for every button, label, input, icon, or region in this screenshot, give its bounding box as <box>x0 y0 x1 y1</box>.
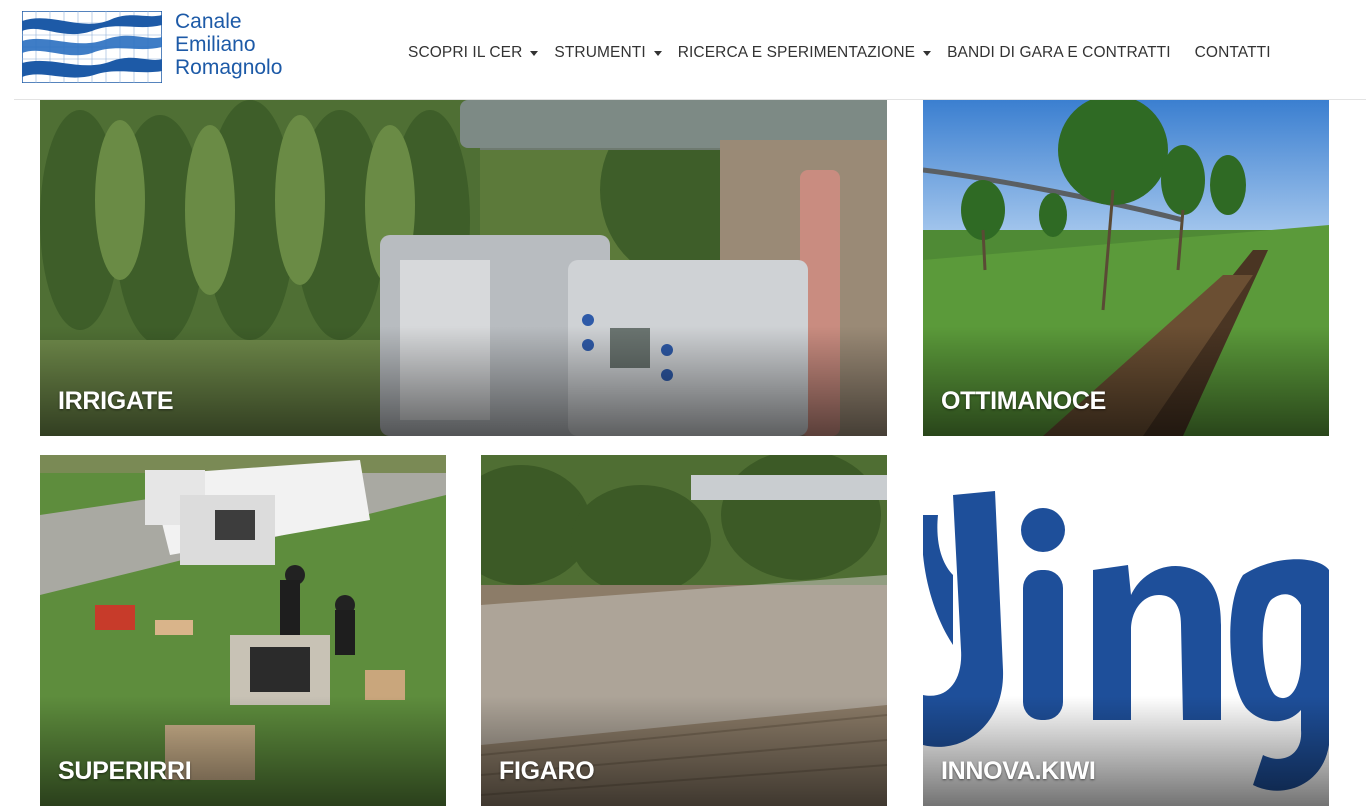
nav-item-label: CONTATTI <box>1194 44 1271 61</box>
project-tile-figaro[interactable]: FIGARO <box>481 455 887 806</box>
tile-shade <box>923 696 1329 806</box>
logo-line: Romagnolo <box>175 56 283 79</box>
chevron-down-icon <box>653 50 662 56</box>
nav-item-strumenti[interactable]: STRUMENTI <box>554 44 677 62</box>
nav-item-bandi-di-gara[interactable]: BANDI DI GARA E CONTRATTI <box>947 44 1171 62</box>
tile-label: INNOVA.KIWI <box>941 757 1096 785</box>
tile-label: IRRIGATE <box>58 387 174 415</box>
chevron-down-icon <box>923 50 932 56</box>
project-tile-ottimanoce[interactable]: OTTIMANOCE <box>923 100 1329 436</box>
nav-item-label: BANDI DI GARA E CONTRATTI <box>947 44 1171 61</box>
logo-line: Canale <box>175 10 242 33</box>
logo-icon[interactable] <box>22 11 162 83</box>
logo-line: Emiliano <box>175 33 256 56</box>
nav-item-scopri-il-cer[interactable]: SCOPRI IL CER <box>408 44 554 62</box>
tile-shade <box>923 326 1329 436</box>
main-nav: SCOPRI IL CER STRUMENTI RICERCA E SPERIM… <box>408 44 1271 62</box>
logo-text[interactable]: Canale Emiliano Romagnolo <box>175 10 282 79</box>
nav-item-label: STRUMENTI <box>554 44 646 61</box>
project-tile-superirri[interactable]: SUPERIRRI <box>40 455 446 806</box>
project-tile-irrigate[interactable]: IRRIGATE <box>40 100 887 436</box>
tile-label: SUPERIRRI <box>58 757 192 785</box>
nav-item-label: SCOPRI IL CER <box>408 44 523 61</box>
nav-item-ricerca-e-sperimentazione[interactable]: RICERCA E SPERIMENTAZIONE <box>678 44 947 62</box>
nav-item-contatti[interactable]: CONTATTI <box>1195 44 1271 62</box>
tile-shade <box>40 326 887 436</box>
tile-shade <box>40 696 446 806</box>
project-tile-innova-kiwi[interactable]: INNOVA.KIWI <box>923 455 1329 806</box>
tile-shade <box>481 696 887 806</box>
tile-label: FIGARO <box>499 757 595 785</box>
site-header: Canale Emiliano Romagnolo SCOPRI IL CER … <box>0 0 1370 101</box>
tile-label: OTTIMANOCE <box>941 387 1107 415</box>
chevron-down-icon <box>530 50 539 56</box>
nav-item-label: RICERCA E SPERIMENTAZIONE <box>677 44 916 61</box>
